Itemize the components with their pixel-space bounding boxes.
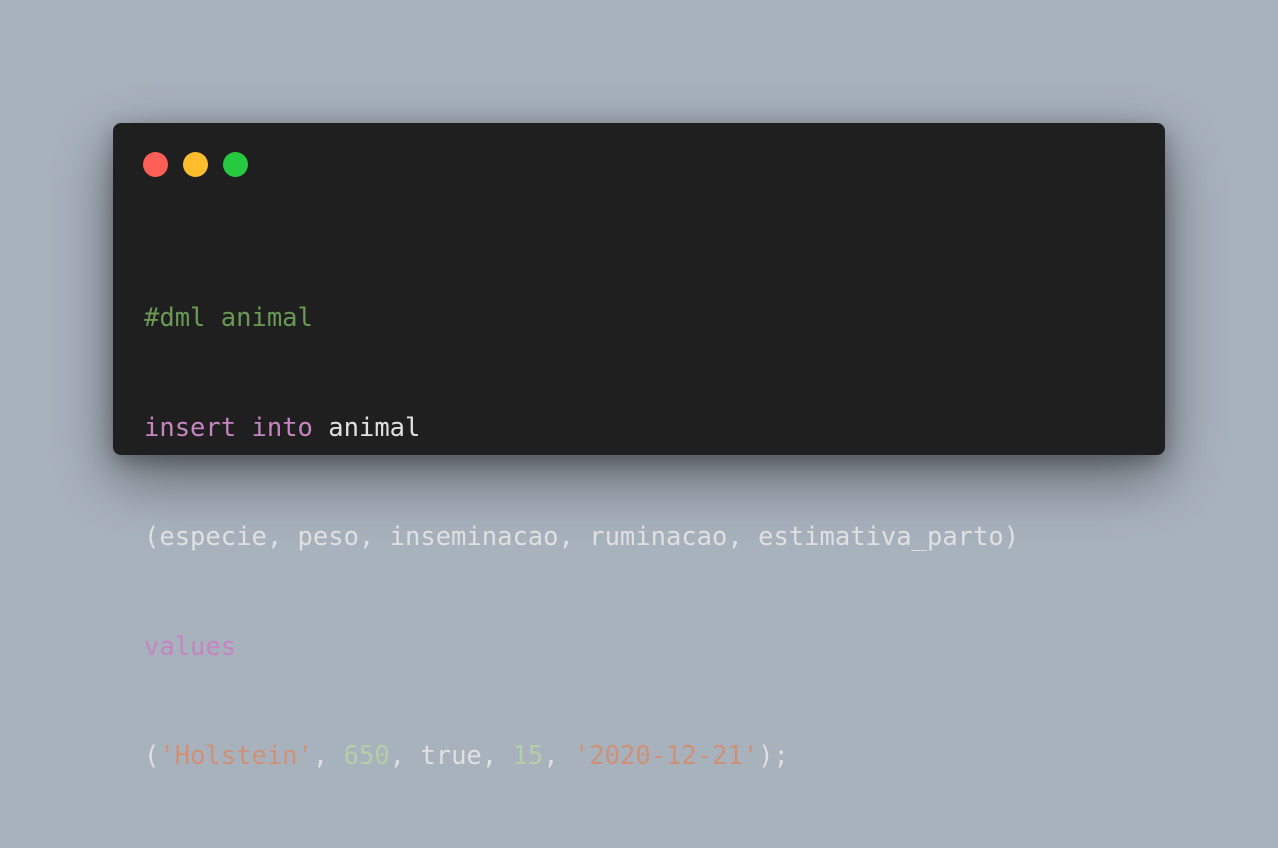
string-date: '2020-12-21': [573, 741, 759, 771]
separator-boolean: , true,: [389, 741, 513, 771]
separator: ,: [312, 741, 344, 771]
keyword-into: into: [251, 412, 313, 443]
maximize-window-button[interactable]: [223, 152, 248, 177]
close-window-button[interactable]: [143, 152, 168, 177]
separator: ,: [543, 741, 574, 771]
string-species: 'Holstein': [159, 741, 313, 771]
code-line-3: (especie, peso, inseminacao, ruminacao, …: [144, 519, 1019, 556]
keyword-values: values: [144, 631, 237, 662]
number-rumination: 15: [512, 741, 544, 771]
column-list: (especie, peso, inseminacao, ruminacao, …: [144, 522, 1020, 552]
code-block: #dml animal insert into animal (especie,…: [144, 227, 1019, 848]
code-line-4: values: [144, 629, 1019, 666]
keyword-insert: insert: [144, 412, 237, 443]
number-weight: 650: [343, 741, 390, 771]
code-comment: #dml animal: [144, 303, 313, 333]
code-line-2: insert into animal: [144, 410, 1019, 447]
code-line-1: #dml animal: [144, 300, 1019, 337]
code-window: #dml animal insert into animal (especie,…: [113, 123, 1165, 771]
minimize-window-button[interactable]: [183, 152, 208, 177]
open-paren: (: [144, 741, 160, 771]
window-controls: [143, 152, 248, 177]
close-paren: );: [758, 741, 789, 771]
code-line-5: ('Holstein', 650, true, 15, '2020-12-21'…: [144, 738, 1019, 775]
table-name: animal: [312, 412, 421, 443]
